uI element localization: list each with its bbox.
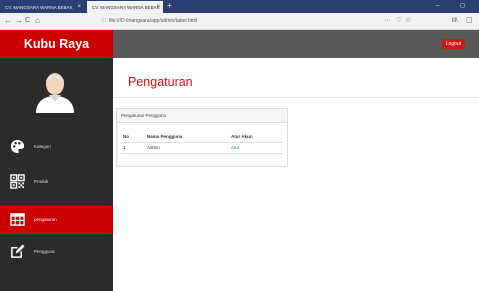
pocket-icon[interactable]: ♡ [396,15,402,27]
new-tab-button[interactable]: + [167,0,172,12]
user-settings-panel: Pengaturan Pengguna No Nama Pengguna Atu… [116,108,288,167]
sidebar-item-pengaturan[interactable]: pengaturan [0,206,113,234]
browser-tab[interactable]: CV. MANGSARA WARNA BEBAK × [0,1,84,13]
url-field[interactable]: ⓘ file:///D:/mangsara/app/admin/tabel.htm… [101,16,197,26]
page-actions-icon[interactable]: ··· [384,15,391,27]
panel-title: Pengaturan Pengguna [121,113,167,118]
url-text: file:///D:/mangsara/app/admin/tabel.html [109,18,198,24]
column-header-no: No [123,134,129,139]
sidebar-item-produk[interactable]: Produk [0,168,113,196]
header-divider [121,142,283,143]
forward-icon[interactable]: → [15,15,23,27]
page-title: Pengaturan [128,75,193,89]
browser-tab-active[interactable]: CV. MANGSARA WARNA BEBAK × [87,1,163,13]
back-icon[interactable]: ← [4,15,12,27]
sidebar-item-label: pengaturan [34,217,57,222]
sidebar-item-label: Kategori [34,144,51,149]
minimize-window-button[interactable]: – [436,0,439,12]
reload-icon[interactable]: C [25,15,30,27]
home-icon[interactable]: ⌂ [35,15,40,27]
browser-address-bar: ← → C ⌂ ⓘ file:///D:/mangsara/app/admin/t… [0,13,479,30]
cell-name: Admin [147,145,160,150]
qr-code-icon [10,174,25,189]
browser-tab-bar: CV. MANGSARA WARNA BEBAK × CV. MANGSARA … [0,0,479,13]
edit-icon [11,244,25,258]
site-info-icon[interactable]: ⓘ [101,18,106,24]
cell-no: 1 [123,145,126,150]
sidebar-item-pengguna[interactable]: Pengguna [0,238,113,266]
browser-tab-label: CV. MANGSARA WARNA BEBAK [92,4,160,10]
top-navbar: Logout [113,30,479,58]
row-divider [121,153,283,154]
brand-title: Kubu Raya [0,30,113,58]
logout-button[interactable]: Logout [441,39,465,49]
sidebar: Kategori Produk Pemesanan [0,58,113,291]
title-divider [113,97,479,98]
sidebar-item-label: Pengguna [34,249,55,254]
table-grid-icon [10,213,25,226]
browser-tab-label: CV. MANGSARA WARNA BEBAK [5,4,73,10]
column-header-action: Atur Akun [231,134,253,139]
restore-window-button[interactable]: ◻ [460,0,465,12]
close-tab-icon[interactable]: × [156,3,160,11]
close-tab-icon[interactable]: × [77,3,81,11]
bookmark-star-icon[interactable]: ☆ [405,15,411,27]
atur-akun-link[interactable]: Atur [231,144,239,152]
sidebar-toggle-icon[interactable]: ▢ [466,15,473,27]
sidebar-item-kategori[interactable]: Kategori [0,133,113,161]
column-header-name: Nama Pengguna [147,134,183,139]
palette-icon [10,139,25,154]
sidebar-item-label: Produk [34,179,49,184]
user-avatar-icon [36,73,74,113]
library-icon[interactable]: lll\ [452,15,458,27]
panel-header: Pengaturan Pengguna [117,109,287,123]
